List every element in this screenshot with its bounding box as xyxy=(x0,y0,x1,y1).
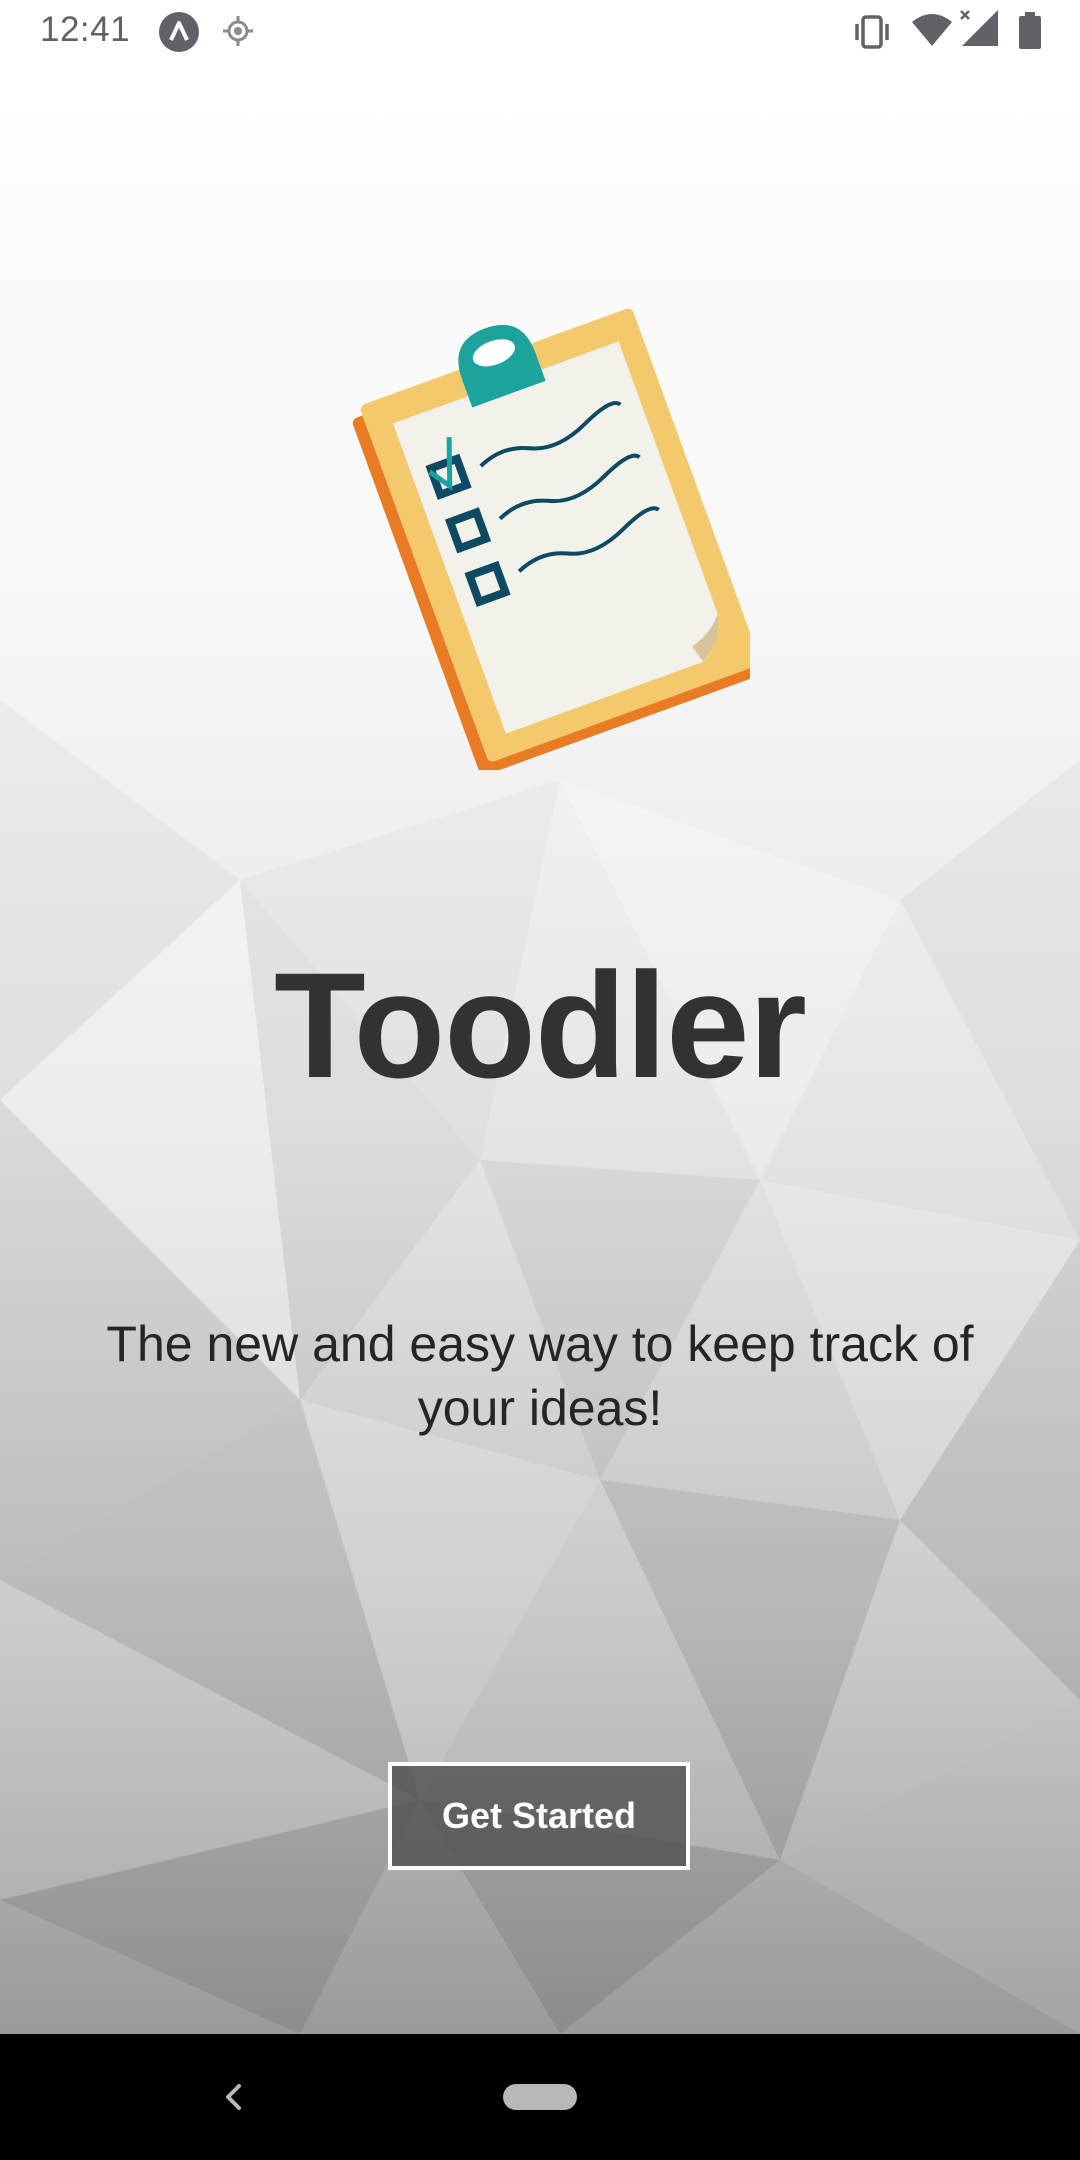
battery-icon xyxy=(1019,12,1041,49)
status-time: 12:41 xyxy=(40,10,131,49)
get-started-button[interactable]: Get Started xyxy=(388,1762,690,1870)
location-icon xyxy=(223,16,253,46)
back-icon[interactable] xyxy=(210,2074,256,2120)
vibrate-icon xyxy=(855,15,889,49)
signal-icon xyxy=(960,10,998,46)
tagline: The new and easy way to keep track of yo… xyxy=(106,1316,974,1436)
app-title: Toodler xyxy=(274,941,807,1109)
app-a-icon xyxy=(159,12,199,52)
home-pill-icon[interactable] xyxy=(503,2084,577,2110)
navigation-bar xyxy=(0,2034,1080,2160)
clipboard-checklist-icon xyxy=(352,308,750,770)
status-bar: 12:41 xyxy=(0,0,1080,64)
wifi-icon xyxy=(912,14,952,46)
welcome-screen: 12:41 Toodler The new and easy way to ke… xyxy=(0,0,1080,2160)
